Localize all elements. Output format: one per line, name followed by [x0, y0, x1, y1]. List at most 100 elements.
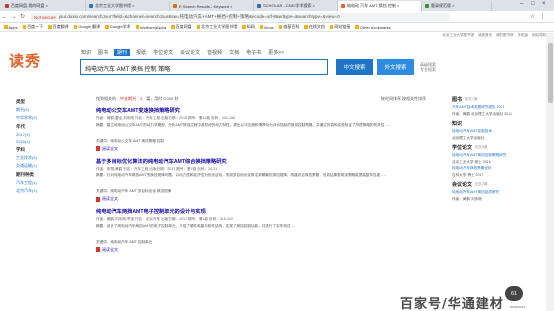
browser-tab-active[interactable]: 纯电动 汽车 AMT 换挡 控制 ×: [338, 1, 422, 11]
result-summary: 找到相关的 中文期刊 4 篇，用时 0.005 秒 按时间排序 按相关性排序: [96, 96, 426, 102]
advanced-links: 高级搜索 专业搜索: [420, 62, 436, 72]
channel-tab[interactable]: 文档: [228, 49, 240, 56]
top-link[interactable]: 读秀首页: [478, 33, 492, 40]
result-title[interactable]: 纯电动汽车两挡AMT电子控制单元的设计与实现: [96, 208, 426, 215]
pdf-icon: [96, 247, 100, 252]
result-title[interactable]: 基于多目标优化算法的纯电动汽车AMT综合换挡策略研究: [96, 158, 426, 165]
scrollbar[interactable]: [546, 33, 554, 311]
browser-tab[interactable]: E Search Results - Keyword ×: [170, 1, 254, 11]
related-count: 相关2篇: [475, 182, 488, 186]
related-heading: 学位论文 相关5篇: [452, 144, 544, 151]
bookmark-item[interactable]: Google 翻译: [73, 24, 100, 30]
related-item[interactable]: 纯电动汽车AMT换挡品质研究: [452, 190, 544, 195]
channel-tab[interactable]: 音视频: [206, 49, 223, 56]
bookmark-item[interactable]: Google学术: [105, 24, 131, 30]
bookmark-item[interactable]: Other bookmarks: [355, 24, 391, 30]
related-item[interactable]: 汽车AMT技术发展研究报告 2011: [452, 105, 544, 110]
read-fulltext-link[interactable]: 阅读全文: [96, 196, 426, 202]
read-fulltext-link[interactable]: 阅读全文: [96, 247, 426, 253]
site-logo[interactable]: 读秀: [9, 50, 41, 71]
read-fulltext-link[interactable]: 阅读全文: [96, 146, 426, 152]
top-link[interactable]: 北京工业大学图书馆: [443, 33, 475, 40]
related-section: 图书 相关1篇 汽车AMT技术发展研究报告 2011 作者：黄鹤 北京理工大学出版社 …: [452, 96, 544, 116]
channel-tab[interactable]: 期刊: [114, 49, 131, 56]
url-field[interactable]: Not secure jour.duxiu.com/searchJour?fie…: [30, 13, 450, 21]
pdf-icon: [96, 196, 100, 202]
favicon-icon: [257, 4, 261, 8]
related-title[interactable]: 会议论文: [452, 181, 472, 188]
channel-tab[interactable]: 学位论文: [152, 49, 174, 56]
browser-tab[interactable]: 北京工业大学图书馆 ×: [86, 1, 170, 11]
address-bar: ← → ↻ Not secure jour.duxiu.com/searchJo…: [0, 11, 554, 23]
top-link[interactable]: 我的图书馆: [496, 33, 514, 40]
pdf-icon: [96, 146, 100, 151]
bookmark-item[interactable]: 百度一下: [22, 24, 43, 30]
channel-tab[interactable]: 更多>>: [267, 49, 285, 56]
close-window-icon[interactable]: ×: [542, 1, 546, 7]
chinese-search-button[interactable]: 中文搜索: [336, 59, 373, 75]
bookmark-item[interactable]: 维基百科: [278, 24, 299, 30]
facet-item[interactable]: 2016(1): [16, 139, 76, 144]
bookmark-item[interactable]: 在线文档: [304, 24, 325, 30]
reload-icon[interactable]: ↻: [18, 13, 27, 20]
star-icon[interactable]: ☆: [528, 13, 537, 20]
bookmark-item[interactable]: 网站链接: [329, 24, 350, 30]
channel-tab[interactable]: 会议论文: [179, 49, 201, 56]
related-title[interactable]: 学位论文: [452, 144, 472, 151]
top-link[interactable]: 手机版: [518, 33, 529, 40]
bookmark-label: Apps: [8, 24, 18, 30]
forward-icon[interactable]: →: [9, 14, 18, 20]
folder-icon: [259, 25, 264, 29]
bookmark-item[interactable]: 北京工业大学图书馆: [196, 24, 237, 30]
back-icon[interactable]: ←: [0, 14, 9, 20]
bookmark-item[interactable]: 知网: [242, 24, 255, 30]
related-item: 作者：黄鹤 北京理工大学出版社 2011: [452, 111, 513, 116]
summary-query: 中文期刊: [120, 96, 136, 101]
related-item[interactable]: 纯电动汽车换挡策略优化: [452, 166, 544, 171]
bookmark-item[interactable]: 百度翻译: [48, 24, 69, 30]
tab-title: SCHOLAR - CNKI学术搜索 ×: [263, 3, 315, 8]
top-link[interactable]: 网站导航: [532, 33, 546, 40]
channel-tab[interactable]: 图书: [97, 49, 109, 56]
related-column: 图书 相关1篇 汽车AMT技术发展研究报告 2011 作者：黄鹤 北京理工大学出版社 …: [452, 96, 544, 205]
channel-tab[interactable]: 电子书: [245, 49, 262, 56]
folder-icon: [105, 25, 109, 29]
channel-tab[interactable]: 知识: [80, 49, 92, 56]
browser-tab[interactable]: 题录规范版 ×: [422, 1, 492, 11]
search-input[interactable]: 纯电动汽车 AMT 换挡 控制 策略: [80, 59, 328, 75]
facet-item[interactable]: 北京汽车(1): [16, 188, 76, 194]
bookmark-item[interactable]: Apps: [4, 25, 18, 30]
facet-item[interactable]: 工业技术(4): [16, 155, 76, 161]
sort-options[interactable]: 按时间排序 按相关性排序: [381, 96, 426, 102]
maximize-icon[interactable]: □: [531, 1, 535, 7]
bookmark-item[interactable]: Wolfram|Alpha: [135, 25, 166, 30]
facet-item[interactable]: 中华学术(2): [16, 115, 76, 121]
scrollbar-thumb[interactable]: [547, 43, 553, 103]
bookmark-label: Other bookmarks: [359, 24, 391, 30]
related-item[interactable]: 纯电动汽车AMT控制技术: [452, 129, 544, 134]
related-title[interactable]: 知识: [452, 120, 462, 127]
bookmark-item[interactable]: 百度网盘: [171, 24, 192, 30]
speed-badge[interactable]: 61: [505, 286, 523, 301]
expert-search-link[interactable]: 专业搜索: [420, 67, 436, 72]
facet-item[interactable]: 2017(3): [16, 132, 76, 137]
result-abstract: 摘要：针对纯电动汽车两挡AMT的换挡规律问题，以动力性和经济性为优化目标，采用多…: [96, 173, 388, 177]
related-title[interactable]: 图书: [452, 96, 462, 103]
favicon-icon: [173, 4, 177, 8]
channel-tab[interactable]: 报纸: [135, 49, 147, 56]
bookmark-item[interactable]: Mooc: [259, 25, 274, 30]
menu-icon[interactable]: ⋮: [538, 13, 547, 20]
related-item[interactable]: 纯电动汽车AMT换挡控制策略研究: [452, 153, 544, 158]
minimize-icon[interactable]: –: [520, 1, 523, 7]
facet-heading: 期刊种类: [16, 172, 34, 177]
facet-item[interactable]: 汽车工程(1): [16, 180, 76, 186]
related-heading: 会议论文 相关2篇: [452, 181, 544, 188]
browser-tab[interactable]: 百度网盘-我的网盘 ×: [2, 1, 86, 11]
result-title[interactable]: 纯电动公交车AMT变速换挡策略研究: [96, 107, 426, 114]
browser-tab[interactable]: SCHOLAR - CNKI学术搜索 ×: [254, 1, 338, 11]
favicon-icon: [89, 4, 93, 8]
related-item: 吉林大学 博士 2017: [452, 172, 484, 177]
foreign-search-button[interactable]: 外文搜索: [377, 59, 414, 75]
facet-item[interactable]: 期刊(4): [16, 107, 76, 113]
facet-item[interactable]: 交通运输(1): [16, 163, 76, 169]
